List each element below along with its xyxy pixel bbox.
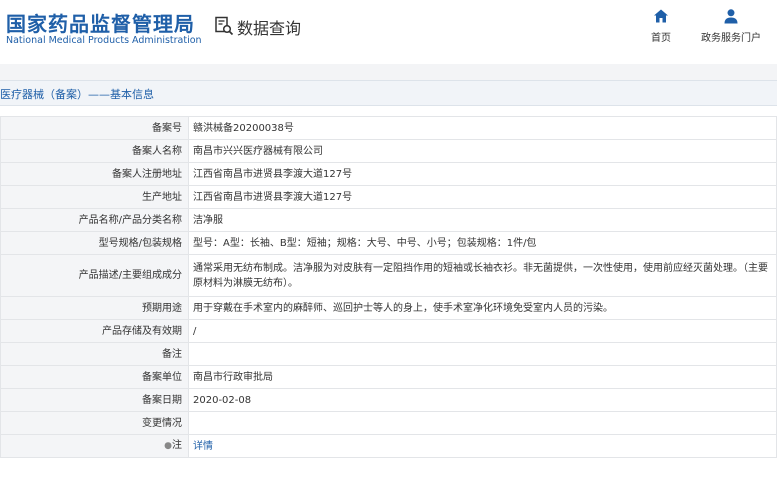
nav-home-label: 首页 — [651, 33, 671, 44]
row-label: 产品存储及有效期 — [0, 319, 189, 343]
site-logo-cn[interactable]: 国家药品监督管理局 — [6, 8, 195, 37]
nav-service-portal[interactable]: 政务服务门户 — [698, 8, 764, 44]
row-value: 南昌市行政审批局 — [188, 365, 777, 389]
row-value: 用于穿戴在手术室内的麻醉师、巡回护士等人的身上，使手术室净化环境免受室内人员的污… — [188, 296, 777, 320]
section-title-bar: 医疗器械（备案）——基本信息 — [0, 80, 777, 106]
table-row: 备案号 赣洪械备20200038号 — [0, 116, 777, 140]
home-icon — [654, 9, 668, 23]
table-row: 生产地址 江西省南昌市进贤县李渡大道127号 — [0, 185, 777, 209]
device-info-table: 备案号 赣洪械备20200038号 备案人名称 南昌市兴兴医疗器械有限公司 备案… — [0, 116, 777, 458]
table-row: 产品存储及有效期 / — [0, 319, 777, 343]
row-value: 赣洪械备20200038号 — [188, 116, 777, 140]
row-label: 备注 — [0, 342, 189, 366]
table-row: 变更情况 — [0, 411, 777, 435]
nav-home[interactable]: 首页 — [646, 8, 676, 44]
row-value: 江西省南昌市进贤县李渡大道127号 — [188, 185, 777, 209]
table-row: 预期用途 用于穿戴在手术室内的麻醉师、巡回护士等人的身上，使手术室净化环境免受室… — [0, 296, 777, 320]
data-query-icon — [215, 16, 234, 36]
details-link[interactable]: 详情 — [193, 441, 213, 452]
table-row: 型号规格/包装规格 型号：A型：长袖、B型：短袖；规格：大号、中号、小号；包装规… — [0, 231, 777, 255]
note-label-cell: ●注 — [0, 434, 189, 458]
row-value: / — [188, 319, 777, 343]
site-header: 国家药品监督管理局 National Medical Products Admi… — [0, 0, 777, 64]
table-row: 备案日期 2020-02-08 — [0, 388, 777, 412]
nav-service-portal-label: 政务服务门户 — [701, 33, 761, 44]
row-label: 备案人注册地址 — [0, 162, 189, 186]
row-value: 江西省南昌市进贤县李渡大道127号 — [188, 162, 777, 186]
row-value: 型号：A型：长袖、B型：短袖；规格：大号、中号、小号；包装规格：1件/包 — [188, 231, 777, 255]
row-label: 备案号 — [0, 116, 189, 140]
row-label: 注 — [172, 440, 182, 451]
section-title: 医疗器械（备案）——基本信息 — [0, 88, 154, 101]
row-label: 型号规格/包装规格 — [0, 231, 189, 255]
site-logo-en[interactable]: National Medical Products Administration — [6, 35, 202, 46]
table-row: ●注 详情 — [0, 434, 777, 458]
user-icon — [724, 9, 738, 24]
row-label: 备案单位 — [0, 365, 189, 389]
header-separator — [0, 64, 777, 80]
table-row: 产品描述/主要组成成分 通常采用无纺布制成。洁净服为对皮肤有一定阻挡作用的短袖或… — [0, 254, 777, 297]
row-label: 备案日期 — [0, 388, 189, 412]
row-value: 通常采用无纺布制成。洁净服为对皮肤有一定阻挡作用的短袖或长袖衣衫。非无菌提供，一… — [188, 254, 777, 297]
row-label: 预期用途 — [0, 296, 189, 320]
row-label: 生产地址 — [0, 185, 189, 209]
table-row: 备注 — [0, 342, 777, 366]
table-row: 产品名称/产品分类名称 洁净服 — [0, 208, 777, 232]
table-row: 备案人注册地址 江西省南昌市进贤县李渡大道127号 — [0, 162, 777, 186]
row-value: 详情 — [188, 434, 777, 458]
lightbulb-icon: ● — [164, 441, 172, 451]
row-value: 2020-02-08 — [188, 388, 777, 412]
row-label: 变更情况 — [0, 411, 189, 435]
row-label: 产品描述/主要组成成分 — [0, 254, 189, 297]
row-value — [188, 342, 777, 366]
row-label: 备案人名称 — [0, 139, 189, 163]
row-value: 洁净服 — [188, 208, 777, 232]
row-value: 南昌市兴兴医疗器械有限公司 — [188, 139, 777, 163]
table-row: 备案单位 南昌市行政审批局 — [0, 365, 777, 389]
row-value — [188, 411, 777, 435]
data-query-title: 数据查询 — [237, 19, 302, 38]
row-label: 产品名称/产品分类名称 — [0, 208, 189, 232]
table-row: 备案人名称 南昌市兴兴医疗器械有限公司 — [0, 139, 777, 163]
